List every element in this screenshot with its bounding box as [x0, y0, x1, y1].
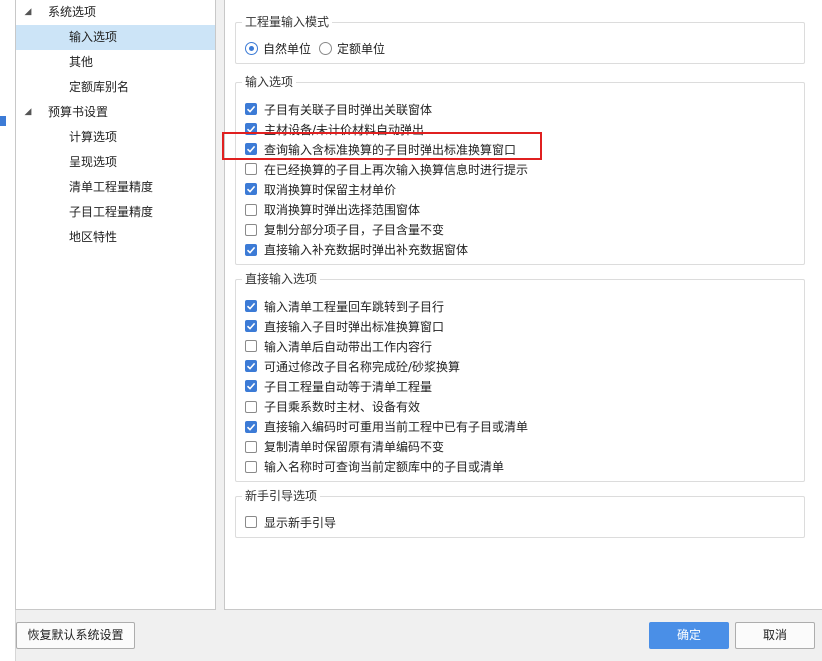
options-panel: 工程量输入模式 自然单位 定额单位 输入选项 子目有关联子目时弹出关联窗体 主材设备… [224, 0, 822, 610]
ok-button[interactable]: 确定 [649, 622, 729, 649]
option-label: 复制清单时保留原有清单编码不变 [264, 440, 445, 455]
option-label: 输入清单工程量回车跳转到子目行 [264, 299, 445, 314]
checkbox-unchecked[interactable] [245, 460, 257, 473]
group-input-options: 输入选项 子目有关联子目时弹出关联窗体 主材设备/未计价材料自动弹出查询输入含标准… [235, 74, 805, 265]
background-window-edge [0, 0, 16, 661]
tree-item-label: 计算选项 [69, 130, 118, 144]
option-row[interactable]: 在已经换算的子目上再次输入换算信息时进行提示 [245, 159, 528, 179]
radio-button[interactable] [319, 41, 333, 55]
checkbox-checked[interactable] [245, 183, 257, 196]
option-row[interactable]: 子目乘系数时主材、设备有效 [245, 397, 420, 417]
checkbox-checked[interactable] [245, 243, 257, 256]
option-label: 子目乘系数时主材、设备有效 [264, 400, 421, 414]
tree-item[interactable]: 呈现选项 [16, 150, 215, 175]
background-marker [0, 116, 6, 126]
checkbox-checked[interactable] [245, 420, 257, 433]
tree-item-label: 系统选项 [48, 5, 97, 19]
checkbox-unchecked[interactable] [245, 516, 257, 528]
option-label: 取消换算时保留主材单价 [264, 182, 397, 197]
group-title-input-options: 输入选项 [242, 74, 297, 90]
group-title-guide: 新手引导选项 [242, 488, 321, 504]
option-label: 输入名称时可查询当前定额库中的子目或清单 [264, 460, 505, 475]
checkbox-checked[interactable] [245, 123, 257, 136]
group-title-input-mode: 工程量输入模式 [242, 14, 333, 30]
radio-option[interactable]: 自然单位 [245, 40, 311, 57]
tree-item[interactable]: ◢ 系统选项 [16, 0, 215, 25]
option-row[interactable]: 取消换算时弹出选择范围窗体 [245, 200, 420, 220]
tree-item-label: 其他 [69, 55, 94, 69]
option-row[interactable]: 直接输入子目时弹出标准换算窗口 [245, 316, 444, 336]
option-label: 显示新手引导 [264, 515, 337, 530]
tree-item-label: 地区特性 [69, 230, 118, 244]
checkbox-checked[interactable] [245, 360, 257, 373]
group-input-mode: 工程量输入模式 自然单位 定额单位 [235, 14, 805, 64]
tree-item[interactable]: 定额库别名 [16, 75, 215, 100]
group-guide: 新手引导选项 显示新手引导 [235, 488, 805, 538]
option-row[interactable]: 直接输入编码时可重用当前工程中已有子目或清单 [245, 417, 528, 437]
radio-option[interactable]: 定额单位 [319, 40, 385, 57]
option-label: 子目工程量自动等于清单工程量 [264, 379, 433, 394]
group-direct-input: 直接输入选项 输入清单工程量回车跳转到子目行 直接输入子目时弹出标准换算窗口 输入清… [235, 271, 805, 482]
restore-defaults-button[interactable]: 恢复默认系统设置 [16, 622, 135, 649]
checkbox-unchecked[interactable] [245, 440, 257, 453]
option-label: 主材设备/未计价材料自动弹出 [264, 122, 425, 137]
option-label: 直接输入编码时可重用当前工程中已有子目或清单 [264, 420, 529, 435]
option-label: 可通过修改子目名称完成砼/砂浆换算 [264, 359, 461, 374]
group-title-direct-input: 直接输入选项 [242, 271, 321, 287]
option-row[interactable]: 输入清单后自动带出工作内容行 [245, 336, 432, 356]
option-label: 子目有关联子目时弹出关联窗体 [264, 102, 433, 117]
checkbox-unchecked[interactable] [245, 163, 257, 176]
expand-arrow-icon[interactable]: ◢ [22, 0, 34, 25]
checkbox-unchecked[interactable] [245, 340, 257, 353]
option-row[interactable]: 可通过修改子目名称完成砼/砂浆换算 [245, 356, 460, 376]
option-row[interactable]: 输入清单工程量回车跳转到子目行 [245, 296, 444, 316]
tree-item[interactable]: 清单工程量精度 [16, 175, 215, 200]
checkbox-unchecked[interactable] [245, 223, 257, 236]
tree-item[interactable]: 其他 [16, 50, 215, 75]
option-label: 输入清单后自动带出工作内容行 [264, 339, 433, 354]
cancel-button[interactable]: 取消 [735, 622, 815, 649]
option-label: 取消换算时弹出选择范围窗体 [264, 203, 421, 217]
option-row[interactable]: 显示新手引导 [245, 512, 336, 532]
checkbox-unchecked[interactable] [245, 203, 257, 216]
checkbox-checked[interactable] [245, 103, 257, 115]
option-label: 复制分部分项子目，子目含量不变 [264, 223, 445, 238]
option-row[interactable]: 查询输入含标准换算的子目时弹出标准换算窗口 [245, 139, 516, 159]
option-row[interactable]: 取消换算时保留主材单价 [245, 179, 396, 199]
option-row[interactable]: 子目工程量自动等于清单工程量 [245, 376, 432, 396]
tree-item-label: 输入选项 [69, 30, 118, 44]
option-row[interactable]: 主材设备/未计价材料自动弹出 [245, 119, 424, 139]
option-label: 直接输入子目时弹出标准换算窗口 [264, 319, 445, 334]
tree-item-label: 预算书设置 [48, 105, 109, 119]
checkbox-checked[interactable] [245, 143, 257, 156]
tree-item-label: 子目工程量精度 [69, 205, 154, 219]
option-row[interactable]: 子目有关联子目时弹出关联窗体 [245, 99, 432, 119]
radio-label: 定额单位 [337, 41, 386, 56]
tree-item[interactable]: 计算选项 [16, 125, 215, 150]
option-row[interactable]: 复制分部分项子目，子目含量不变 [245, 220, 444, 240]
option-label: 直接输入补充数据时弹出补充数据窗体 [264, 243, 469, 258]
option-label: 在已经换算的子目上再次输入换算信息时进行提示 [264, 162, 529, 177]
option-label: 查询输入含标准换算的子目时弹出标准换算窗口 [264, 142, 517, 157]
tree-item-label: 呈现选项 [69, 155, 118, 169]
checkbox-checked[interactable] [245, 380, 257, 393]
radio-button[interactable] [245, 41, 258, 55]
tree-item[interactable]: 子目工程量精度 [16, 200, 215, 225]
tree-item-label: 定额库别名 [69, 80, 130, 94]
radio-label: 自然单位 [263, 41, 312, 56]
tree-item[interactable]: 输入选项 [16, 25, 215, 50]
checkbox-checked[interactable] [245, 320, 257, 333]
option-row[interactable]: 输入名称时可查询当前定额库中的子目或清单 [245, 457, 504, 477]
checkbox-unchecked[interactable] [245, 400, 257, 413]
tree-item[interactable]: ◢ 预算书设置 [16, 100, 215, 125]
expand-arrow-icon[interactable]: ◢ [22, 100, 34, 125]
tree-item-label: 清单工程量精度 [69, 180, 154, 194]
tree-item[interactable]: 地区特性 [16, 225, 215, 250]
checkbox-checked[interactable] [245, 300, 257, 312]
option-row[interactable]: 直接输入补充数据时弹出补充数据窗体 [245, 240, 468, 260]
input-mode-radios: 自然单位 定额单位 [245, 38, 393, 58]
settings-tree[interactable]: ◢ 系统选项输入选项其他定额库别名 ◢ 预算书设置计算选项呈现选项清单工程量精度 子目工… [15, 0, 216, 610]
option-row[interactable]: 复制清单时保留原有清单编码不变 [245, 437, 444, 457]
